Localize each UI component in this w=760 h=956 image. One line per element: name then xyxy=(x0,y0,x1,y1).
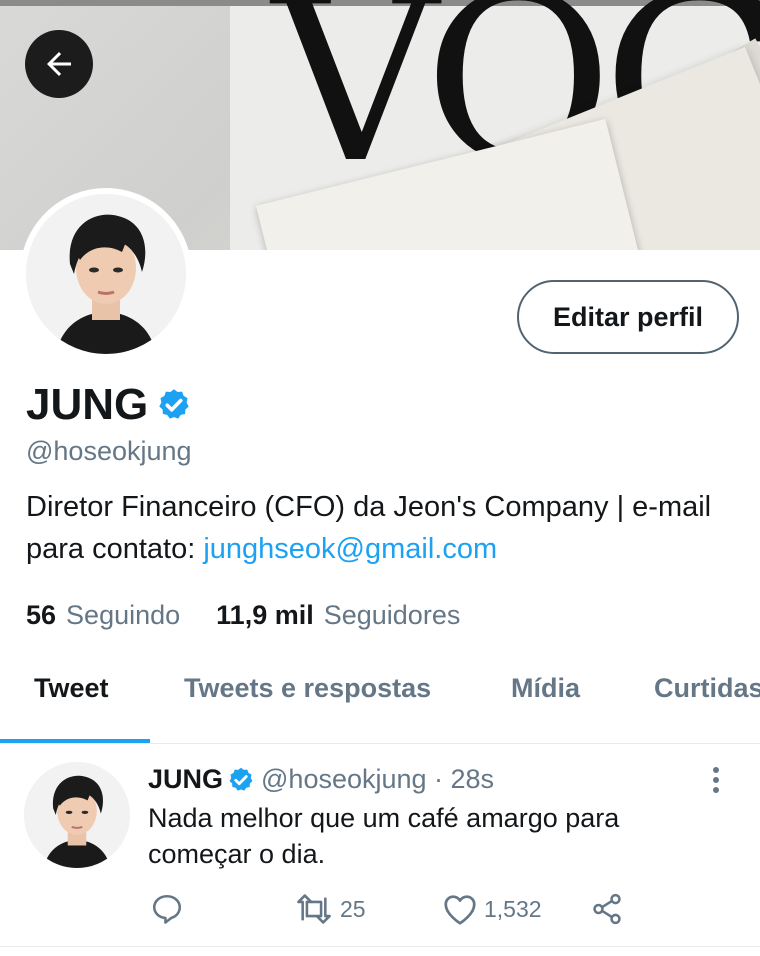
tab-media[interactable]: Mídia xyxy=(511,673,580,704)
retweet-button[interactable]: 25 xyxy=(294,892,366,926)
reply-button[interactable] xyxy=(150,892,184,926)
more-vertical-icon[interactable] xyxy=(706,766,726,796)
avatar-image xyxy=(24,762,130,868)
followers-label[interactable]: Seguidores xyxy=(324,600,461,631)
tweet-handle-time: @hoseokjung · 28s xyxy=(261,764,495,794)
tweet-avatar[interactable] xyxy=(24,762,130,868)
display-name: JUNG xyxy=(26,380,149,429)
tab-likes[interactable]: Curtidas xyxy=(654,673,760,704)
verified-badge-icon xyxy=(159,389,189,419)
back-button[interactable] xyxy=(25,30,93,98)
profile-bio: Diretor Financeiro (CFO) da Jeon's Compa… xyxy=(26,486,746,570)
divider xyxy=(0,743,760,744)
following-count[interactable]: 56 xyxy=(26,600,56,631)
tweet-author-name[interactable]: JUNG xyxy=(148,764,223,795)
like-button[interactable]: 1,532 xyxy=(442,892,542,926)
verified-badge-icon xyxy=(229,767,253,791)
display-name-row: JUNG xyxy=(26,380,192,430)
arrow-left-icon xyxy=(47,52,71,76)
retweet-icon xyxy=(297,894,331,924)
share-button[interactable] xyxy=(590,892,624,926)
tweet-header: JUNG @hoseokjung · 28s xyxy=(148,764,494,795)
profile-avatar[interactable] xyxy=(20,188,192,360)
retweet-count: 25 xyxy=(340,895,366,922)
divider xyxy=(0,946,760,947)
profile-tabs: Tweet Tweets e respostas Mídia Curtidas xyxy=(0,655,760,743)
edit-profile-button[interactable]: Editar perfil xyxy=(517,280,739,354)
following-label[interactable]: Seguindo xyxy=(66,600,180,631)
bio-email-link[interactable]: junghseok@gmail.com xyxy=(203,533,497,565)
share-icon xyxy=(593,893,621,925)
avatar-image xyxy=(26,194,186,354)
heart-icon xyxy=(444,895,476,925)
reply-icon xyxy=(152,894,182,924)
followers-count[interactable]: 11,9 mil xyxy=(216,600,314,631)
follow-stats: 56 Seguindo 11,9 mil Seguidores xyxy=(26,600,460,631)
tweet-actions: 25 1,532 xyxy=(0,892,760,932)
tab-tweets-and-replies[interactable]: Tweets e respostas xyxy=(184,673,431,704)
profile-handle: @hoseokjung xyxy=(26,436,192,466)
like-count: 1,532 xyxy=(484,895,542,922)
tweet-text: Nada melhor que um café amargo para come… xyxy=(148,803,620,869)
tab-tweets[interactable]: Tweet xyxy=(34,673,109,704)
